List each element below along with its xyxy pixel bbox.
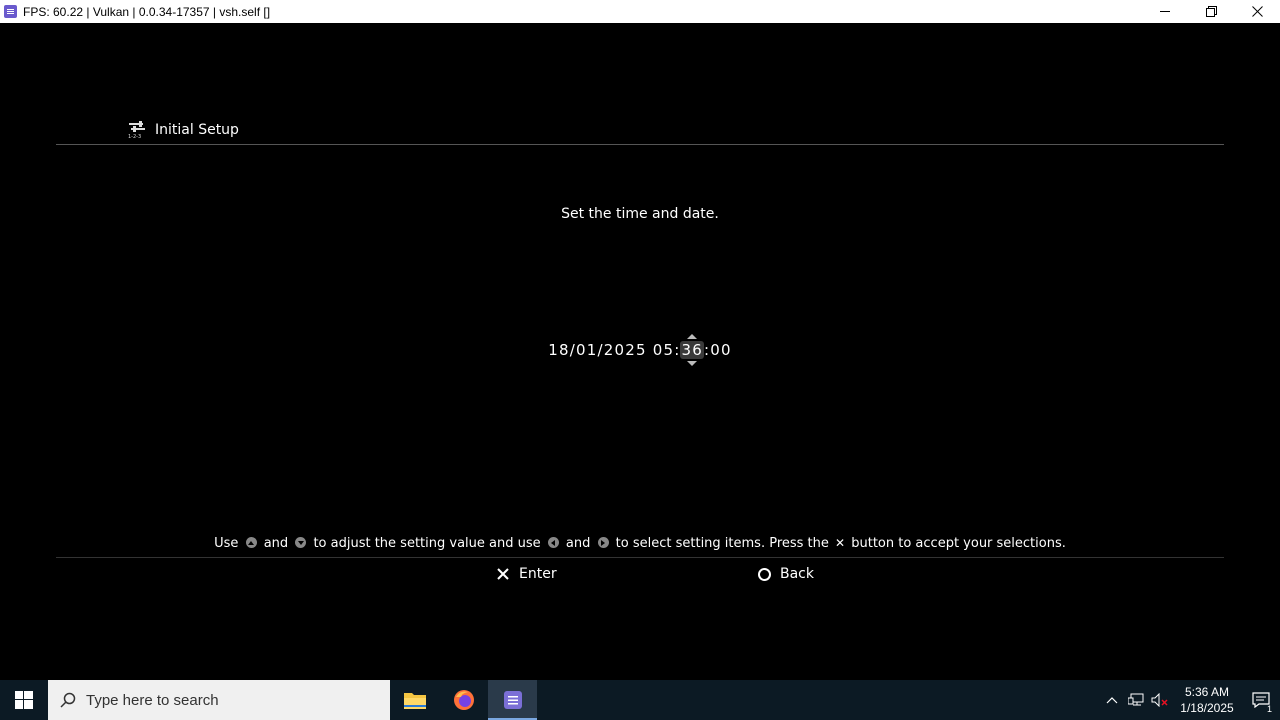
minimize-button[interactable] xyxy=(1142,0,1188,23)
volume-muted-icon xyxy=(1151,693,1168,707)
selected-minute-field[interactable]: 36 xyxy=(680,334,704,366)
dpad-down-icon xyxy=(295,537,307,548)
network-icon xyxy=(1128,693,1144,706)
taskbar-clock[interactable]: 5:36 AM 1/18/2025 xyxy=(1176,684,1238,716)
taskbar: Type here to search 5:36 AM 1/18/2025 1 xyxy=(0,680,1280,720)
datetime-before: 18/01/2025 05: xyxy=(548,341,681,359)
arrow-up-icon xyxy=(687,334,698,339)
dpad-up-icon xyxy=(245,537,257,548)
network-button[interactable] xyxy=(1124,680,1148,720)
cross-icon xyxy=(496,567,510,581)
restore-button[interactable] xyxy=(1188,0,1234,23)
back-label: Back xyxy=(780,566,814,582)
help-text: Use and to adjust the setting value and … xyxy=(0,536,1280,551)
cross-button-icon: ✕ xyxy=(835,536,846,550)
show-hidden-icons-button[interactable] xyxy=(1100,680,1124,720)
header-divider xyxy=(56,144,1224,145)
initial-setup-icon: 1-2-3 xyxy=(128,121,145,139)
back-button[interactable]: Back xyxy=(757,566,814,582)
rpcs3-taskbar-button[interactable] xyxy=(488,680,537,720)
volume-button[interactable] xyxy=(1148,680,1172,720)
rpcs3-app-icon xyxy=(4,5,17,18)
help-and-2: and xyxy=(565,536,591,551)
circle-icon xyxy=(757,567,771,581)
arrow-down-icon xyxy=(687,361,698,366)
setup-prompt: Set the time and date. xyxy=(561,206,719,222)
close-button[interactable] xyxy=(1234,0,1280,23)
folder-icon xyxy=(403,693,426,709)
svg-text:1-2-3: 1-2-3 xyxy=(128,134,141,139)
file-explorer-taskbar-button[interactable] xyxy=(390,680,439,720)
game-screen: 1-2-3 Initial Setup Set the time and dat… xyxy=(0,23,1280,680)
clock-time: 5:36 AM xyxy=(1184,685,1230,699)
help-use: Use xyxy=(214,536,239,551)
close-icon xyxy=(1251,6,1263,17)
search-placeholder: Type here to search xyxy=(86,691,219,709)
footer-divider xyxy=(56,557,1224,558)
chevron-up-icon xyxy=(1106,697,1118,704)
action-center-button[interactable]: 1 xyxy=(1242,680,1280,720)
selected-minute-value: 36 xyxy=(681,341,703,359)
dpad-right-icon xyxy=(597,537,609,548)
search-icon xyxy=(60,692,76,708)
enter-label: Enter xyxy=(519,566,557,582)
window-titlebar: FPS: 60.22 | Vulkan | 0.0.34-17357 | vsh… xyxy=(0,0,1280,23)
dpad-left-icon xyxy=(547,537,559,548)
firefox-icon xyxy=(453,690,474,710)
help-adjust: to adjust the setting value and use xyxy=(313,536,541,551)
taskbar-search-box[interactable]: Type here to search xyxy=(48,680,390,720)
page-title: Initial Setup xyxy=(155,122,239,138)
clock-date: 1/18/2025 xyxy=(1180,701,1234,715)
help-select: to select setting items. Press the xyxy=(615,536,829,551)
help-accept: button to accept your selections. xyxy=(851,536,1066,551)
restore-icon xyxy=(1205,6,1217,17)
minimize-icon xyxy=(1159,11,1170,12)
system-tray: 5:36 AM 1/18/2025 1 xyxy=(1100,680,1280,720)
enter-button[interactable]: Enter xyxy=(496,566,557,582)
datetime-setting[interactable]: 18/01/2025 05: 36:00 xyxy=(0,334,1280,366)
datetime-after: :00 xyxy=(703,341,732,359)
rpcs3-icon xyxy=(503,691,522,709)
start-button[interactable] xyxy=(0,680,48,720)
window-controls xyxy=(1142,0,1280,23)
windows-logo-icon xyxy=(15,691,33,709)
notification-count: 1 xyxy=(1266,704,1272,714)
window-title: FPS: 60.22 | Vulkan | 0.0.34-17357 | vsh… xyxy=(23,4,271,19)
firefox-taskbar-button[interactable] xyxy=(439,680,488,720)
help-and-1: and xyxy=(263,536,289,551)
screen-header: 1-2-3 Initial Setup xyxy=(127,121,239,139)
